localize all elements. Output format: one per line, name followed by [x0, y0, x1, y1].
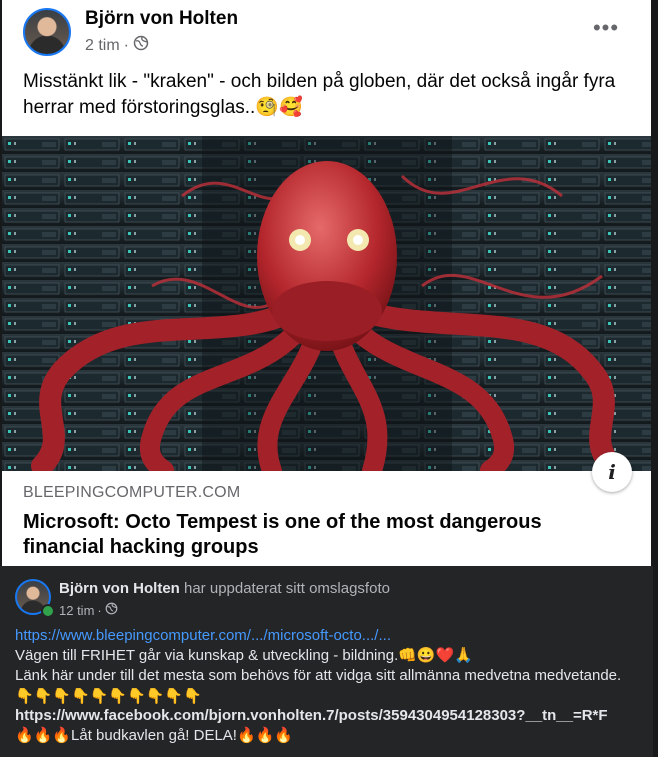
info-button[interactable]: i	[592, 452, 632, 492]
body-line: Vägen till FRIHET går via kunskap & utve…	[15, 647, 473, 664]
shared-author[interactable]: Björn von Holten	[59, 580, 180, 597]
info-icon: i	[608, 460, 616, 484]
post-header: Björn von Holten 2 tim · •••	[2, 0, 651, 70]
closing-line: 🔥🔥🔥Låt budkavlen gå! DELA!🔥🔥🔥	[15, 727, 294, 744]
octopus-servers-illustration	[2, 136, 651, 471]
more-icon: •••	[592, 15, 620, 40]
link-title[interactable]: Microsoft: Octo Tempest is one of the mo…	[23, 510, 613, 560]
pointer-emojis: 👇👇👇👇👇👇👇👇👇👇	[15, 687, 202, 705]
avatar[interactable]	[23, 8, 71, 56]
globe-icon	[133, 35, 149, 56]
shared-post-header: Björn von Holten har uppdaterat sitt oms…	[59, 580, 390, 597]
article-link[interactable]: https://www.bleepingcomputer.com/.../mic…	[15, 626, 645, 646]
shared-action: har uppdaterat sitt omslagsfoto	[184, 580, 390, 597]
post-card: Björn von Holten 2 tim · ••• Misstänkt l…	[2, 0, 651, 566]
shared-post-body: https://www.bleepingcomputer.com/.../mic…	[15, 626, 645, 746]
post-time[interactable]: 2 tim	[85, 37, 120, 55]
post-text: Misstänkt lik - "kraken" - och bilden på…	[23, 71, 616, 118]
link-preview-image[interactable]	[2, 136, 651, 471]
post-author[interactable]: Björn von Holten	[85, 8, 238, 30]
online-status-icon	[41, 604, 55, 618]
body-line: Länk här under till det mesta som behövs…	[15, 667, 622, 684]
post-meta: 2 tim ·	[85, 35, 149, 56]
more-options-button[interactable]: •••	[592, 15, 620, 40]
facebook-link[interactable]: https://www.facebook.com/bjorn.vonholten…	[15, 706, 645, 726]
shared-post-card: Björn von Holten har uppdaterat sitt oms…	[0, 566, 653, 757]
shared-meta: 12 tim ·	[59, 602, 118, 618]
shared-time[interactable]: 12 tim	[59, 603, 94, 618]
link-domain: BLEEPINGCOMPUTER.COM	[23, 484, 241, 501]
globe-icon	[105, 602, 118, 618]
separator: ·	[123, 36, 129, 54]
separator: ·	[97, 602, 102, 618]
